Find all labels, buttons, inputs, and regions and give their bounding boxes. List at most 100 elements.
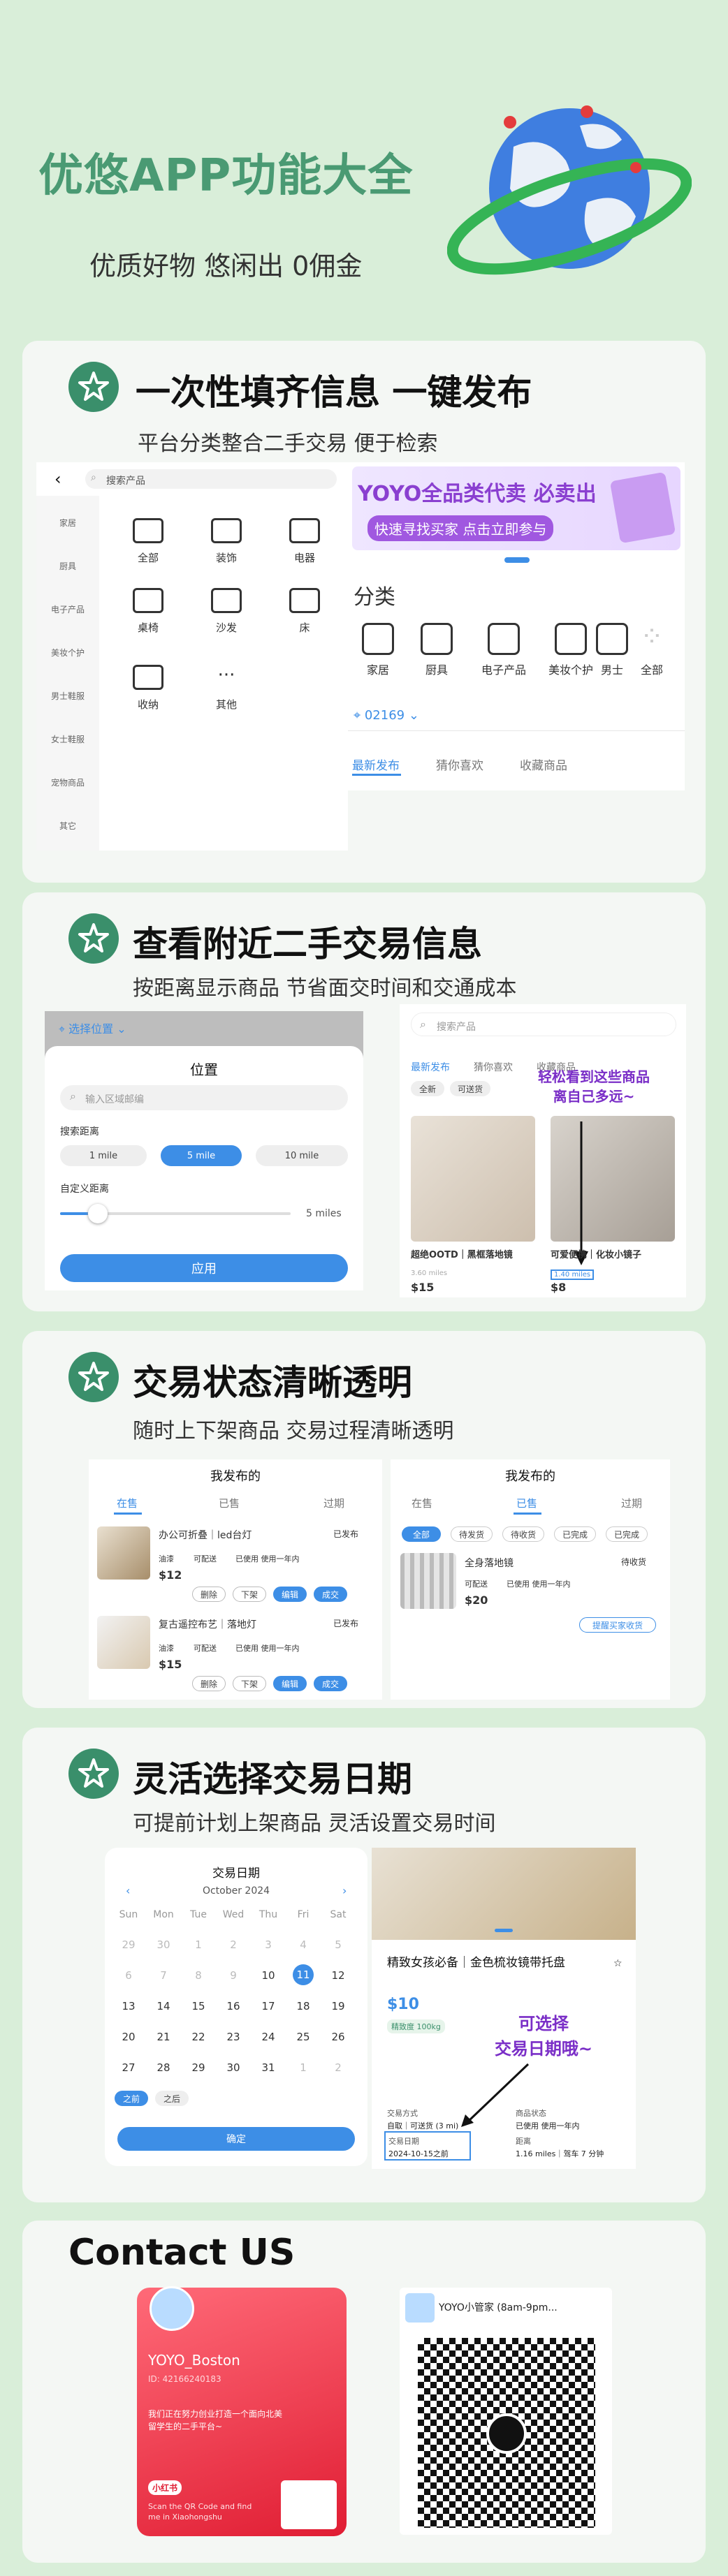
search-input[interactable]: ⌕ 搜索产品 xyxy=(411,1013,676,1036)
product-photo[interactable] xyxy=(97,1526,150,1580)
tab-expired[interactable]: 过期 xyxy=(323,1496,344,1510)
delete-button[interactable]: 删除 xyxy=(192,1587,226,1602)
calendar-day[interactable]: 14 xyxy=(150,2000,177,2012)
calendar-day[interactable]: 25 xyxy=(289,2031,317,2043)
calendar-day[interactable]: 16 xyxy=(219,2000,247,2012)
calendar-day[interactable]: 2 xyxy=(324,2061,352,2074)
calendar-day[interactable]: 3 xyxy=(254,1938,282,1951)
tab-favorites[interactable]: 收藏商品 xyxy=(520,756,567,773)
product-photo[interactable] xyxy=(97,1616,150,1669)
tab-expired[interactable]: 过期 xyxy=(621,1496,642,1510)
filter-chip[interactable]: 已完成 xyxy=(554,1526,596,1542)
calendar-day[interactable]: 1 xyxy=(289,2061,317,2074)
calendar-day[interactable]: 22 xyxy=(184,2031,212,2043)
tab-recommend[interactable]: 猜你喜欢 xyxy=(474,1060,513,1074)
calendar-day[interactable]: 13 xyxy=(115,2000,143,2012)
tab-sold[interactable]: 已售 xyxy=(219,1496,240,1510)
grid-item[interactable]: 床 xyxy=(270,588,340,635)
complete-button[interactable]: 成交 xyxy=(314,1587,347,1602)
tab-latest[interactable]: 最新发布 xyxy=(411,1060,450,1074)
tab-sold[interactable]: 已售 xyxy=(516,1496,537,1510)
distance-slider[interactable] xyxy=(60,1204,291,1223)
calendar-day[interactable]: 2 xyxy=(219,1938,247,1951)
unlist-button[interactable]: 下架 xyxy=(233,1676,266,1691)
calendar-day[interactable]: 31 xyxy=(254,2061,282,2074)
edit-button[interactable]: 编辑 xyxy=(273,1587,307,1602)
category-item[interactable]: 家居 xyxy=(348,623,408,677)
calendar-day[interactable]: 20 xyxy=(115,2031,143,2043)
grid-item[interactable]: ··· 其他 xyxy=(191,665,261,712)
unlist-button[interactable]: 下架 xyxy=(233,1587,266,1602)
calendar-day[interactable]: 18 xyxy=(289,2000,317,2012)
remind-buyer-button[interactable]: 提醒买家收货 xyxy=(579,1617,656,1633)
delete-button[interactable]: 删除 xyxy=(192,1676,226,1691)
calendar-day[interactable]: 21 xyxy=(150,2031,177,2043)
sidebar-item[interactable]: 女士鞋服 xyxy=(36,733,99,745)
back-arrow-icon[interactable]: ‹ xyxy=(54,469,61,489)
calendar-day[interactable]: 19 xyxy=(324,2000,352,2012)
distance-option[interactable]: 1 mile xyxy=(60,1145,147,1166)
calendar-day[interactable]: 30 xyxy=(219,2061,247,2074)
product-photo[interactable] xyxy=(411,1116,535,1242)
calendar-day[interactable]: 7 xyxy=(150,1969,177,1982)
calendar-day[interactable]: 29 xyxy=(184,2061,212,2074)
product-photo[interactable] xyxy=(372,1848,636,1940)
zip-input[interactable]: 输入区域邮编 ⌕ xyxy=(60,1085,348,1110)
calendar-day[interactable]: 23 xyxy=(219,2031,247,2043)
product-photo[interactable] xyxy=(400,1553,456,1609)
filter-chip[interactable]: 可送货 xyxy=(450,1081,490,1096)
search-input[interactable]: 搜索产品 ⌕ xyxy=(85,469,337,489)
category-item[interactable]: 厨具 xyxy=(407,623,467,677)
distance-option[interactable]: 5 mile xyxy=(161,1145,242,1166)
calendar-day[interactable]: 27 xyxy=(115,2061,143,2074)
calendar-day[interactable]: 17 xyxy=(254,2000,282,2012)
sidebar-item[interactable]: 美妆个护 xyxy=(36,647,99,658)
filter-chip[interactable]: 全新 xyxy=(411,1081,444,1096)
star-outline-icon[interactable]: ☆ xyxy=(613,1958,623,1969)
before-option[interactable]: 之前 xyxy=(115,2091,148,2106)
calendar-day[interactable]: 12 xyxy=(324,1969,352,1982)
calendar-day[interactable]: 28 xyxy=(150,2061,177,2074)
wechat-card[interactable]: YOYO小管家 (8am-9pm... xyxy=(400,2288,612,2535)
tab-recommend[interactable]: 猜你喜欢 xyxy=(436,756,483,773)
complete-button[interactable]: 成交 xyxy=(314,1676,347,1691)
calendar-day[interactable]: 5 xyxy=(324,1938,352,1951)
calendar-day[interactable]: 30 xyxy=(150,1938,177,1951)
next-month-icon[interactable]: › xyxy=(342,1884,347,1897)
calendar-day[interactable]: 26 xyxy=(324,2031,352,2043)
calendar-day[interactable]: 29 xyxy=(115,1938,143,1951)
calendar-day[interactable]: 9 xyxy=(219,1969,247,1982)
filter-chip[interactable]: 全部 xyxy=(402,1526,441,1542)
grid-item[interactable]: 收纳 xyxy=(113,665,183,712)
sidebar-item[interactable]: 男士鞋服 xyxy=(36,690,99,702)
category-item[interactable]: ⁘ 全部 xyxy=(622,623,682,677)
confirm-button[interactable]: 确定 xyxy=(117,2127,355,2151)
grid-item[interactable]: 沙发 xyxy=(191,588,261,635)
distance-option[interactable]: 10 mile xyxy=(256,1145,348,1166)
category-item[interactable]: 电子产品 xyxy=(474,623,534,677)
calendar-day[interactable]: 15 xyxy=(184,2000,212,2012)
grid-item[interactable]: 全部 xyxy=(113,518,183,565)
sidebar-item[interactable]: 宠物商品 xyxy=(36,777,99,788)
grid-item[interactable]: 桌椅 xyxy=(113,588,183,635)
calendar-day[interactable]: 10 xyxy=(254,1969,282,1982)
filter-chip[interactable]: 待收货 xyxy=(502,1526,544,1542)
location-zip[interactable]: ⌖ 02169 ⌄ xyxy=(354,708,419,723)
grid-item[interactable]: 电器 xyxy=(270,518,340,565)
tab-latest[interactable]: 最新发布 xyxy=(352,756,400,773)
filter-chip[interactable]: 待发货 xyxy=(451,1526,493,1542)
calendar-day[interactable]: 1 xyxy=(184,1938,212,1951)
calendar-day[interactable]: 6 xyxy=(115,1969,143,1982)
promo-banner[interactable]: YOYO全品类代卖 必卖出 快速寻找买家 点击立即参与 xyxy=(352,466,680,550)
sidebar-item[interactable]: 其它 xyxy=(36,820,99,832)
apply-button[interactable]: 应用 xyxy=(60,1254,348,1282)
xiaohongshu-card[interactable]: YOYO_Boston ID: 42166240183 我们正在努力创业打造一个… xyxy=(137,2286,347,2536)
sidebar-item[interactable]: 家居 xyxy=(36,517,99,529)
calendar-day[interactable]: 24 xyxy=(254,2031,282,2043)
select-location[interactable]: ⌖ 选择位置 ⌄ xyxy=(59,1020,126,1036)
grid-item[interactable]: 装饰 xyxy=(191,518,261,565)
tab-on-sale[interactable]: 在售 xyxy=(412,1496,432,1510)
calendar-day[interactable]: 11 xyxy=(293,1964,314,1985)
slider-thumb[interactable] xyxy=(88,1204,108,1223)
filter-chip[interactable]: 已完成 xyxy=(606,1526,648,1542)
